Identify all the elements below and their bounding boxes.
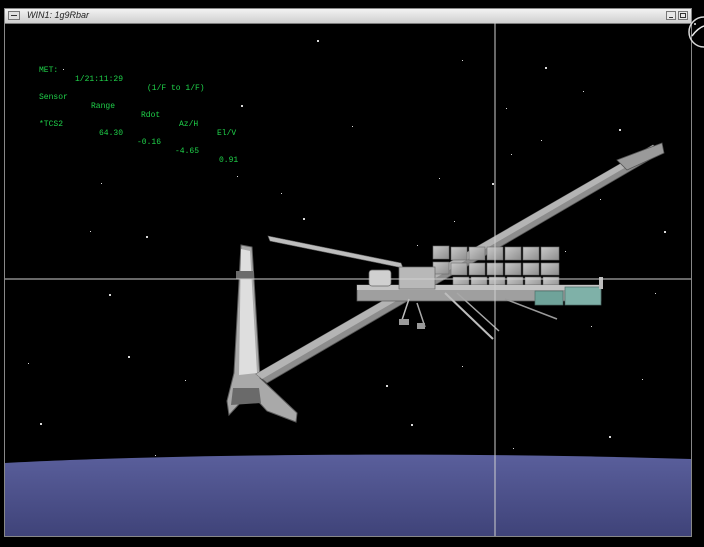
title-bar[interactable]: WIN1: 1g9Rbar bbox=[5, 9, 691, 24]
header-sensor: Sensor bbox=[39, 93, 68, 102]
header-rdot: Rdot bbox=[141, 111, 161, 120]
met-label: MET: bbox=[39, 66, 59, 75]
range-value: 64.30 bbox=[99, 129, 124, 138]
nasa-logo-icon bbox=[686, 14, 704, 50]
minimize-button[interactable] bbox=[666, 11, 676, 20]
header-az-h: Az/H bbox=[179, 120, 199, 129]
window-menu-button[interactable] bbox=[8, 11, 20, 20]
simulation-window: WIN1: 1g9Rbar MET: 1/21:11:29 (1/F to 1/… bbox=[4, 8, 692, 537]
header-el-v: El/V bbox=[217, 129, 237, 138]
3d-viewport[interactable]: MET: 1/21:11:29 (1/F to 1/F) Sensor Rang… bbox=[5, 23, 691, 536]
sensor-value: *TCS2 bbox=[39, 120, 64, 129]
window-title: WIN1: 1g9Rbar bbox=[27, 10, 90, 20]
scene-graphic bbox=[5, 23, 691, 536]
earth-horizon bbox=[5, 454, 691, 536]
met-value: 1/21:11:29 bbox=[75, 75, 124, 84]
mode-text: (1/F to 1/F) bbox=[147, 84, 205, 93]
space-station bbox=[267, 235, 603, 340]
header-range: Range bbox=[91, 102, 116, 111]
star-field bbox=[28, 40, 666, 456]
shuttle-orbiter bbox=[226, 244, 298, 423]
az-h-value: -4.65 bbox=[175, 147, 200, 156]
rdot-value: -0.16 bbox=[137, 138, 162, 147]
el-v-value: 0.91 bbox=[219, 156, 239, 165]
telemetry-readout: MET: 1/21:11:29 (1/F to 1/F) Sensor Rang… bbox=[39, 39, 238, 165]
